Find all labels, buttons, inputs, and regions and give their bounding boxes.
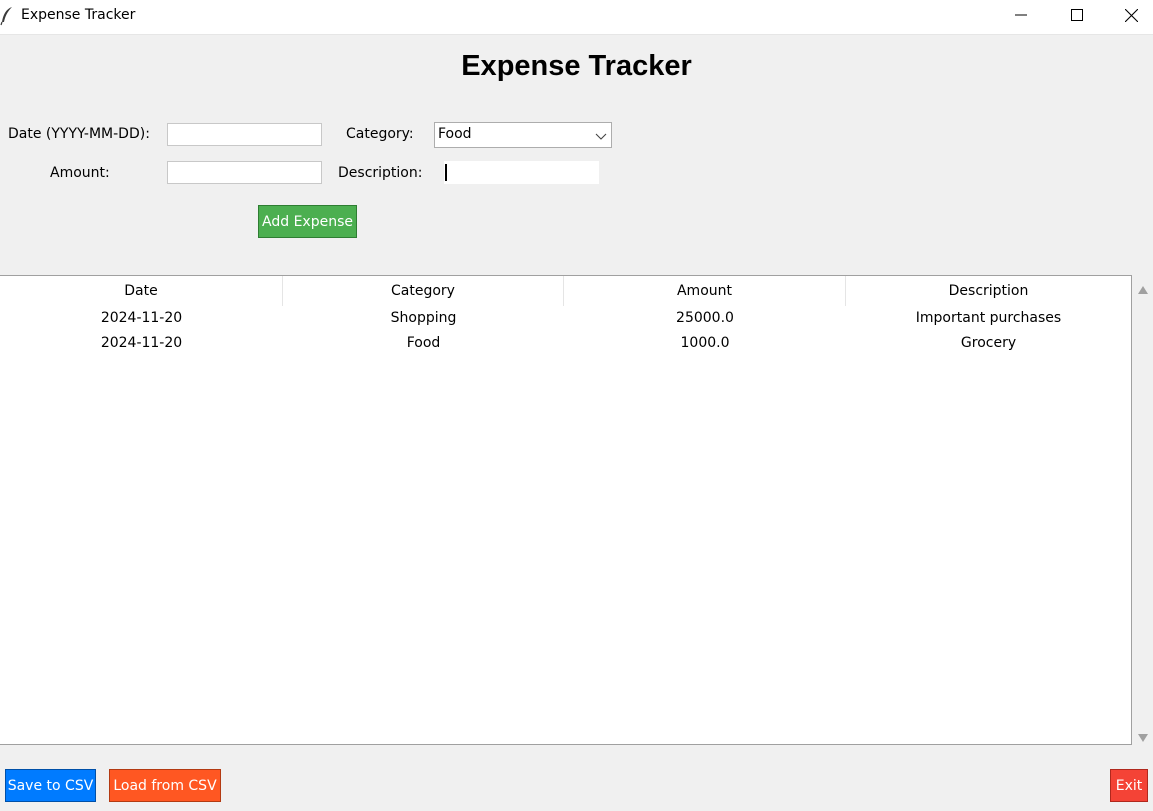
expense-table[interactable]: Date Category Amount Description 2024-11… (0, 275, 1132, 745)
vertical-scrollbar[interactable] (1133, 275, 1153, 745)
maximize-button[interactable] (1054, 0, 1100, 34)
category-select[interactable]: Food (434, 122, 612, 148)
column-header-date[interactable]: Date (0, 276, 283, 306)
app-window: Expense Tracker Expense Tracker Date (YY… (0, 0, 1153, 811)
amount-label: Amount: (50, 165, 110, 181)
close-icon (1124, 8, 1138, 26)
scroll-up-arrow-icon[interactable] (1138, 282, 1148, 294)
title-bar: Expense Tracker (0, 0, 1153, 35)
description-input[interactable] (444, 161, 599, 184)
description-label: Description: (338, 165, 423, 181)
category-label: Category: (346, 126, 414, 142)
chevron-down-icon (595, 130, 607, 140)
amount-input[interactable] (168, 162, 321, 183)
add-expense-button[interactable]: Add Expense (258, 205, 357, 238)
table-row[interactable]: 2024-11-20 Shopping 25000.0 Important pu… (0, 306, 1131, 331)
feather-icon (0, 6, 14, 26)
exit-button[interactable]: Exit (1110, 769, 1148, 802)
cell-date: 2024-11-20 (100, 335, 183, 351)
cell-category: Food (406, 335, 441, 351)
cell-date: 2024-11-20 (100, 310, 183, 326)
maximize-icon (1071, 9, 1083, 25)
minimize-button[interactable] (998, 0, 1044, 34)
amount-field[interactable] (167, 161, 322, 184)
column-header-description[interactable]: Description (846, 276, 1131, 306)
column-header-category[interactable]: Category (283, 276, 564, 306)
save-to-csv-button[interactable]: Save to CSV (5, 769, 96, 802)
cell-category: Shopping (390, 310, 457, 326)
cell-amount: 25000.0 (676, 310, 734, 326)
description-field[interactable] (444, 161, 599, 184)
page-title: Expense Tracker (461, 50, 692, 82)
table-row[interactable]: 2024-11-20 Food 1000.0 Grocery (0, 331, 1131, 356)
date-field[interactable] (167, 123, 322, 146)
date-input[interactable] (168, 124, 321, 145)
scroll-down-arrow-icon[interactable] (1138, 730, 1148, 742)
cell-description: Grocery (960, 335, 1017, 351)
category-selected-value: Food (438, 126, 472, 142)
cell-description: Important purchases (915, 310, 1062, 326)
minimize-icon (1015, 9, 1027, 25)
text-cursor (445, 164, 447, 181)
column-header-amount[interactable]: Amount (564, 276, 846, 306)
cell-amount: 1000.0 (680, 335, 730, 351)
window-title: Expense Tracker (21, 7, 136, 23)
table-header: Date Category Amount Description (0, 276, 1131, 306)
date-label: Date (YYYY-MM-DD): (8, 126, 150, 142)
close-button[interactable] (1108, 0, 1153, 34)
load-from-csv-button[interactable]: Load from CSV (109, 769, 221, 802)
